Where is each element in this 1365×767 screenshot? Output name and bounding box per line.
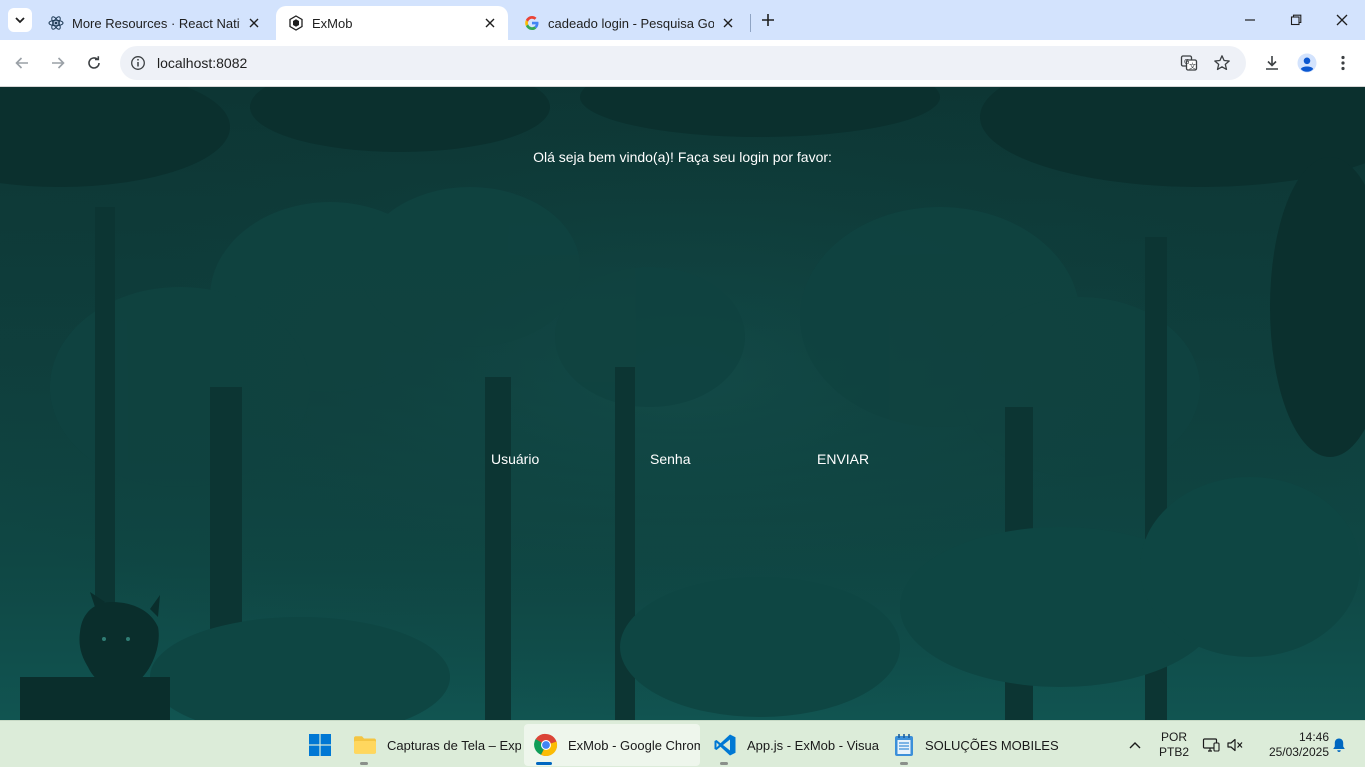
- bookmark-button[interactable]: [1206, 47, 1238, 79]
- close-tab-icon[interactable]: [246, 15, 262, 31]
- taskbar-item-explorer[interactable]: Capturas de Tela – Explo: [343, 724, 521, 766]
- svg-text:文: 文: [1189, 62, 1196, 71]
- start-button[interactable]: [302, 724, 338, 766]
- keyboard-layout: PTB2: [1158, 744, 1189, 759]
- avatar-icon: [1297, 53, 1317, 73]
- menu-button[interactable]: [1327, 47, 1359, 79]
- network-button[interactable]: [1200, 721, 1222, 767]
- new-tab-button[interactable]: [756, 8, 780, 32]
- clock-date: 25/03/2025: [1268, 744, 1329, 759]
- restore-button[interactable]: [1273, 0, 1319, 40]
- translate-button[interactable]: G文: [1173, 47, 1205, 79]
- taskbar-item-label: App.js - ExMob - Visual: [747, 737, 879, 753]
- minimize-button[interactable]: [1227, 0, 1273, 40]
- tab-divider: [750, 14, 751, 32]
- taskbar-item-notepad[interactable]: SOLUÇÕES MOBILES.txt: [883, 724, 1059, 766]
- site-info-icon[interactable]: [130, 55, 146, 71]
- tab-google-search[interactable]: cadeado login - Pesquisa Goog: [512, 6, 746, 40]
- reload-button[interactable]: [79, 48, 109, 78]
- tab-exmob[interactable]: ExMob: [276, 6, 508, 40]
- windows-icon: [308, 733, 332, 757]
- tab-react-native[interactable]: More Resources · React Native: [36, 6, 272, 40]
- tab-search-button[interactable]: [8, 8, 32, 32]
- taskbar-item-chrome[interactable]: ExMob - Google Chrom: [524, 724, 700, 766]
- language-code: POR: [1160, 729, 1187, 744]
- tab-title: cadeado login - Pesquisa Goog: [548, 15, 714, 31]
- clock-time: 14:46: [1298, 729, 1329, 744]
- minimize-icon: [1245, 19, 1255, 21]
- translate-icon: G文: [1180, 55, 1198, 71]
- show-hidden-icons-button[interactable]: [1123, 721, 1147, 767]
- arrow-left-icon: [15, 57, 28, 69]
- tab-title: ExMob: [312, 15, 353, 31]
- taskbar-item-label: SOLUÇÕES MOBILES.txt: [925, 737, 1059, 753]
- plus-icon: [762, 14, 774, 26]
- folder-icon: [353, 733, 377, 757]
- chevron-down-icon: [15, 17, 25, 24]
- tab-title: More Resources · React Native: [72, 15, 240, 31]
- download-icon: [1266, 56, 1278, 70]
- vscode-icon: [713, 733, 737, 757]
- volume-button[interactable]: [1224, 721, 1246, 767]
- tab-strip: More Resources · React Native ExMob cade…: [0, 0, 1365, 40]
- url-text: localhost:8082: [157, 55, 248, 71]
- notepad-icon: [893, 733, 915, 757]
- notifications-button[interactable]: [1329, 721, 1349, 767]
- taskbar-item-label: ExMob - Google Chrom: [568, 737, 700, 753]
- profile-button[interactable]: [1291, 47, 1323, 79]
- password-label[interactable]: Senha: [650, 451, 690, 467]
- close-icon: [1336, 14, 1348, 26]
- taskbar-item-vscode[interactable]: App.js - ExMob - Visual: [703, 724, 879, 766]
- restore-icon: [1290, 14, 1302, 26]
- input-language-button[interactable]: POR PTB2: [1153, 721, 1195, 767]
- back-button[interactable]: [7, 48, 37, 78]
- taskbar: Capturas de Tela – Explo ExMob - Google …: [0, 720, 1365, 767]
- address-bar[interactable]: localhost:8082: [120, 46, 1246, 80]
- welcome-message: Olá seja bem vindo(a)! Faça seu login po…: [533, 149, 832, 165]
- close-window-button[interactable]: [1319, 0, 1365, 40]
- downloads-button[interactable]: [1256, 47, 1288, 79]
- login-page: Olá seja bem vindo(a)! Faça seu login po…: [0, 87, 1365, 720]
- react-icon: [48, 15, 64, 31]
- clock[interactable]: 14:46 25/03/2025: [1255, 721, 1329, 767]
- running-indicator: [720, 762, 728, 765]
- reload-icon: [88, 56, 100, 69]
- arrow-right-icon: [52, 57, 65, 69]
- taskbar-item-label: Capturas de Tela – Explo: [387, 737, 521, 753]
- google-icon: [524, 15, 540, 31]
- submit-button[interactable]: ENVIAR: [817, 451, 869, 467]
- jungle-background: [0, 87, 1365, 720]
- bell-icon: [1333, 738, 1345, 752]
- forward-button[interactable]: [43, 48, 73, 78]
- network-icon: [1202, 737, 1220, 752]
- chevron-up-icon: [1129, 741, 1141, 748]
- chrome-icon: [534, 733, 558, 757]
- more-vert-icon: [1341, 55, 1345, 71]
- username-label[interactable]: Usuário: [491, 451, 539, 467]
- volume-muted-icon: [1227, 738, 1243, 751]
- running-indicator: [360, 762, 368, 765]
- browser-toolbar: localhost:8082 G文: [0, 40, 1365, 87]
- close-tab-icon[interactable]: [482, 15, 498, 31]
- close-tab-icon[interactable]: [720, 15, 736, 31]
- star-icon: [1214, 55, 1230, 71]
- running-indicator: [900, 762, 908, 765]
- active-indicator: [536, 762, 552, 765]
- expo-icon: [288, 15, 304, 31]
